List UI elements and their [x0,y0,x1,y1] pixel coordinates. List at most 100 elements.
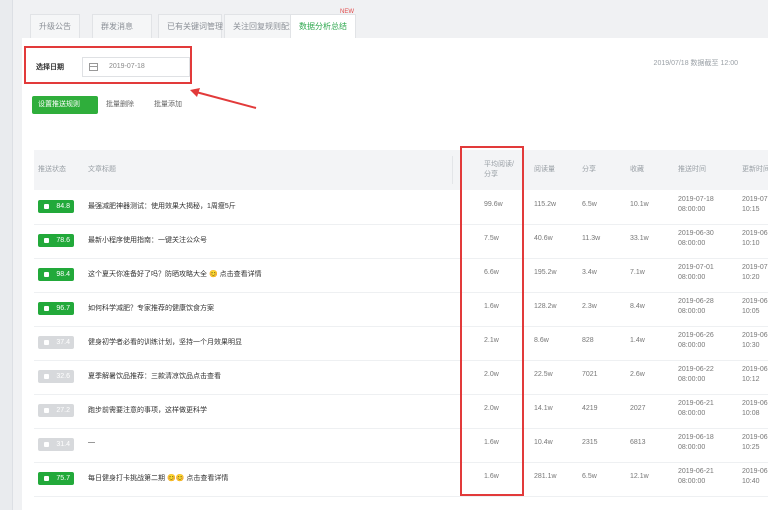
update-time-cell: 2019-06-21 10:40 [742,467,768,487]
left-sidebar [0,0,13,510]
avg-column-highlight [460,146,524,496]
date-line: 2019-06-30 [678,230,714,237]
header-favorites: 收藏 [630,166,644,173]
favorites-cell: 8.4w [630,303,645,310]
shares-cell: 2315 [582,439,598,446]
table-row[interactable]: 32.6 夏季解暑饮品推荐：三款清凉饮品点击查看 2.0w 22.5w 7021 2.6w… [34,360,768,395]
table-row[interactable]: 31.4—1.6w 10.4w 2315 6813 2019-06-18 08:00:00… [34,428,768,463]
time-line: 10:40 [742,478,760,485]
batch-delete-button[interactable]: 批量删除 [100,96,140,114]
header-shares: 分享 [582,166,596,173]
annotation-arrow [190,88,257,109]
header-title: 文章标题 [88,166,116,173]
update-time-cell: 2019-06-21 10:08 [742,399,768,419]
reads-cell: 40.6w [534,235,553,242]
tab-mass-message[interactable]: 群发消息 [92,14,152,38]
article-title[interactable]: 跑步前需要注意的事项，这样做更科学 [88,405,207,415]
status-badge[interactable]: 78.6 [38,234,74,247]
article-title[interactable]: 如何科学减肥？专家推荐的健康饮食方案 [88,303,214,313]
time-line: 10:12 [742,376,760,383]
data-timestamp: 2019/07/18 数据截至 12:00 [653,60,738,67]
push-time-cell: 2019-06-21 08:00:00 [678,467,714,487]
table-header: 推送状态 文章标题 平均阅读/分享 阅读量 分享 收藏 推送时间 更新时间 [34,150,768,190]
status-badge[interactable]: 27.2 [38,404,74,417]
header-push-time: 推送时间 [678,166,706,173]
shares-cell: 11.3w [582,235,601,242]
main-panel: 选择日期 2019-07-18 2019/07/18 数据截至 12:00 设置… [22,38,768,510]
tab-keywords[interactable]: 已有关键词管理 [158,14,223,38]
time-line: 08:00:00 [678,274,706,281]
time-line: 08:00:00 [678,308,706,315]
set-push-rule-button[interactable]: 设置推送规则 [32,96,98,114]
header-reads: 阅读量 [534,166,555,173]
article-title[interactable]: 最强减肥神器测试：使用效果大揭秘，1周瘦5斤 [88,201,236,211]
table-row[interactable]: 84.8 最强减肥神器测试：使用效果大揭秘，1周瘦5斤 99.6w 115.2w 6.5… [34,190,768,225]
date-line: 2019-06-22 [678,366,714,373]
tab-announcement[interactable]: 升级公告 [30,14,80,38]
table-row[interactable]: 37.4 健身初学者必看的训练计划，坚持一个月效果明显 2.1w 8.6w 828 1.4… [34,326,768,361]
time-line: 10:05 [742,308,760,315]
date-line: 2019-07-18 [742,196,768,203]
date-line: 2019-07-01 [678,264,714,271]
shares-cell: 828 [582,337,594,344]
status-badge[interactable]: 75.7 [38,472,74,485]
favorites-cell: 10.1w [630,201,649,208]
date-line: 2019-06-30 [742,230,768,237]
push-time-cell: 2019-06-22 08:00:00 [678,365,714,385]
column-divider [452,156,453,184]
reads-cell: 128.2w [534,303,557,310]
time-line: 10:20 [742,274,760,281]
push-time-cell: 2019-06-21 08:00:00 [678,399,714,419]
date-picker[interactable]: 2019-07-18 [82,57,190,77]
time-line: 10:15 [742,206,760,213]
table-row[interactable]: 96.7 如何科学减肥？专家推荐的健康饮食方案 1.6w 128.2w 2.3w 8.4w… [34,292,768,327]
reads-cell: 115.2w [534,201,557,208]
reads-cell: 281.1w [534,473,557,480]
time-line: 08:00:00 [678,206,706,213]
status-badge[interactable]: 31.4 [38,438,74,451]
table-row[interactable]: 75.7 每日健身打卡挑战第二期 😊😊 点击查看详情 1.6w 281.1w 6.5w 1… [34,462,768,497]
article-title[interactable]: — [88,439,95,446]
date-line: 2019-06-21 [678,468,714,475]
date-line: 2019-06-26 [678,332,714,339]
tab-data-analysis[interactable]: 数据分析总结 [290,14,356,38]
article-title[interactable]: 每日健身打卡挑战第二期 😊😊 点击查看详情 [88,473,228,483]
date-filter-label: 选择日期 [36,64,64,71]
favorites-cell: 1.4w [630,337,645,344]
batch-add-button[interactable]: 批量添加 [148,96,188,114]
table-row[interactable]: 98.4 这个夏天你准备好了吗？防晒攻略大全 😊 点击查看详情 6.6w 195.2w… [34,258,768,293]
shares-cell: 6.5w [582,473,597,480]
article-title[interactable]: 健身初学者必看的训练计划，坚持一个月效果明显 [88,337,242,347]
favorites-cell: 2.6w [630,371,645,378]
header-status: 推送状态 [38,166,66,173]
update-time-cell: 2019-07-18 10:15 [742,195,768,215]
status-badge[interactable]: 96.7 [38,302,74,315]
reads-cell: 22.5w [534,371,553,378]
article-title[interactable]: 夏季解暑饮品推荐：三款清凉饮品点击查看 [88,371,221,381]
table-row[interactable]: 27.2 跑步前需要注意的事项，这样做更科学 2.0w 14.1w 4219 2027 20… [34,394,768,429]
time-line: 08:00:00 [678,478,706,485]
status-badge[interactable]: 32.6 [38,370,74,383]
date-line: 2019-06-21 [742,400,768,407]
time-line: 08:00:00 [678,376,706,383]
status-badge[interactable]: 84.8 [38,200,74,213]
new-badge: NEW [340,9,354,15]
update-time-cell: 2019-06-28 10:05 [742,297,768,317]
push-time-cell: 2019-07-01 08:00:00 [678,263,714,283]
article-title[interactable]: 最新小程序使用指南：一键关注公众号 [88,235,207,245]
time-line: 08:00:00 [678,240,706,247]
favorites-cell: 6813 [630,439,646,446]
date-line: 2019-06-18 [742,434,768,441]
table-row[interactable]: 78.6 最新小程序使用指南：一键关注公众号 7.5w 40.6w 11.3w 33.1w… [34,224,768,259]
date-line: 2019-06-21 [742,468,768,475]
article-title[interactable]: 这个夏天你准备好了吗？防晒攻略大全 😊 点击查看详情 [88,269,262,279]
time-line: 10:10 [742,240,760,247]
shares-cell: 4219 [582,405,598,412]
status-badge[interactable]: 37.4 [38,336,74,349]
status-badge[interactable]: 98.4 [38,268,74,281]
update-time-cell: 2019-07-01 10:20 [742,263,768,283]
shares-cell: 2.3w [582,303,597,310]
date-line: 2019-06-22 [742,366,768,373]
update-time-cell: 2019-06-30 10:10 [742,229,768,249]
reads-cell: 10.4w [534,439,553,446]
